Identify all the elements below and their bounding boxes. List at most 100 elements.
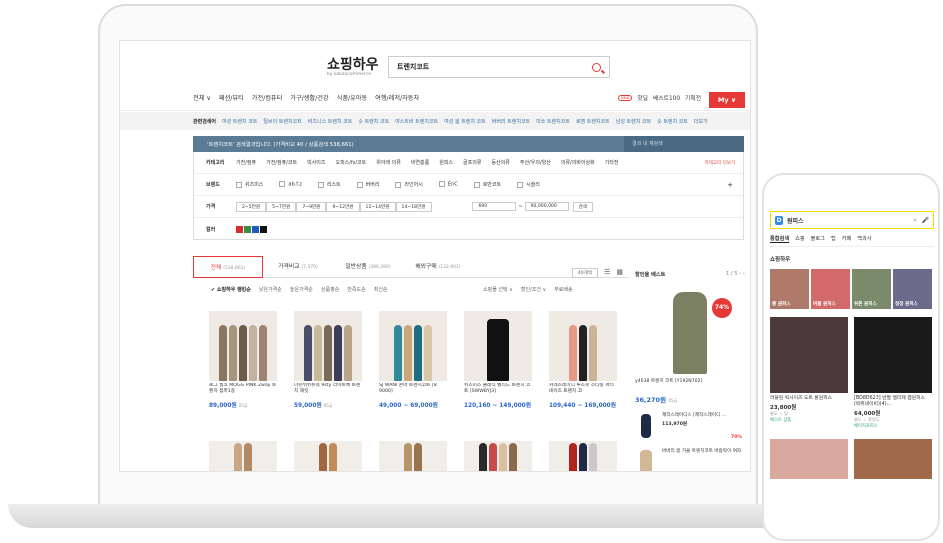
related-keyword[interactable]: 비즈니스 트렌치 코트 xyxy=(308,118,353,125)
product-image[interactable] xyxy=(294,441,362,471)
price-range-button[interactable]: 14~18만원 xyxy=(395,201,432,212)
product-card[interactable] xyxy=(549,441,617,471)
phone-search-input[interactable]: 원피스 xyxy=(787,216,908,225)
sort-option[interactable]: 최신순 xyxy=(374,286,388,293)
phone-search-box[interactable]: D 원피스 × 🎤 xyxy=(770,211,934,229)
phone-tab[interactable]: 통합검색 xyxy=(770,235,790,243)
product-card[interactable]: 커네스레이디 루즈핏 스타일 퍼터네이즈 트렌치 코 109,440 ~ 169,… xyxy=(549,311,617,409)
related-keyword[interactable]: 틸브이 트렌치코트 xyxy=(263,118,301,125)
checkbox[interactable] xyxy=(517,181,524,188)
product-image[interactable] xyxy=(294,311,362,381)
price-min-input[interactable]: 690 xyxy=(472,202,517,211)
search-box[interactable]: 트렌치코트 xyxy=(388,56,610,78)
category-option[interactable]: 빅사이즈 xyxy=(307,159,325,166)
product-image[interactable] xyxy=(209,311,277,381)
phone-thumb[interactable]: 쉬폰 원피스 xyxy=(852,269,891,309)
my-button[interactable]: My ∨ xyxy=(709,92,745,108)
color-swatch[interactable] xyxy=(252,225,259,233)
category-option[interactable]: 가전/컴퓨 xyxy=(236,159,256,166)
phone-bottom-image[interactable] xyxy=(770,439,848,480)
related-keyword[interactable]: 로엠 트렌치코트 xyxy=(576,118,610,125)
checkbox[interactable] xyxy=(356,181,363,188)
related-keyword[interactable]: 미쏘 트렌치코트 xyxy=(536,118,570,125)
result-tab[interactable]: 해외구매 (132,901) xyxy=(403,256,473,278)
checkbox[interactable] xyxy=(473,181,480,188)
price-max-input[interactable]: 90,000,000 xyxy=(524,202,569,211)
category-more-link[interactable]: 카테고리 더보기 xyxy=(705,160,743,166)
phone-product-card[interactable]: 러블린 빅사이즈 도트 롱원피스 23,800원 쿨도 ☆ 탐 베스트 상품 xyxy=(770,317,848,429)
phone-product-card[interactable]: [BD8D623] 반팔 엘리제 랩원피스 (빅위네이비)(4)... 64,00… xyxy=(854,317,932,429)
gnb-item[interactable]: 여행/레저/자동차 xyxy=(375,93,419,102)
brand-option[interactable]: 시슬리 xyxy=(517,181,540,188)
page-size-select[interactable]: 40개씩 xyxy=(571,268,599,278)
color-swatch[interactable] xyxy=(236,225,243,233)
category-option[interactable]: 가전/컴퓨/코트 xyxy=(266,159,297,166)
category-option[interactable]: 비연층룸 xyxy=(411,159,429,166)
side-pager[interactable]: 1 / 5 ‹ › xyxy=(726,271,745,278)
brand-option[interactable]: 로만코트 xyxy=(473,181,501,188)
product-card[interactable]: 쉬즈미스 클래식 벨티드 트렌치 코트 [SWWBYJ3] 120,160 ~ 1… xyxy=(464,311,532,409)
brand-option[interactable]: EnC xyxy=(438,181,458,188)
product-image[interactable] xyxy=(379,441,447,471)
site-logo[interactable]: 쇼핑하우 xyxy=(327,54,379,74)
sort-option[interactable]: ✔ 쇼핑하우 랭킹순 xyxy=(211,286,251,293)
product-name[interactable]: 나린쉬쉬뉴욕 9sty 라이트체 트렌치 재킷 xyxy=(294,383,362,400)
product-image[interactable] xyxy=(464,441,532,471)
phone-product-image[interactable] xyxy=(770,317,848,393)
checkbox[interactable] xyxy=(317,181,324,188)
checkbox[interactable] xyxy=(395,181,402,188)
gnb-item[interactable]: 가전/컴퓨터 xyxy=(252,93,283,102)
side-item[interactable]: 제작스레이디스 [제작스레이디 ... 113,970원 70% xyxy=(635,412,745,440)
phone-product-seller[interactable]: 베스트 상품 xyxy=(770,417,848,423)
brand-option[interactable]: 쉬즈미스 xyxy=(236,181,263,188)
category-option[interactable]: 골프의류 xyxy=(463,159,481,166)
side-product-name[interactable]: y4038 트렌치 코트 [Y192N702] xyxy=(635,378,745,384)
related-keyword[interactable]: 여성 봄 트렌치 코트 xyxy=(444,118,486,125)
price-range-button[interactable]: 12~14만원 xyxy=(359,201,396,212)
category-option[interactable]: 기타전 xyxy=(605,159,619,166)
brand-option[interactable]: 라인어시 xyxy=(395,181,423,188)
sort-option[interactable]: 높은가격순 xyxy=(290,286,313,293)
category-option[interactable]: 주산/우의/양산 xyxy=(520,159,551,166)
brand-option[interactable]: 리스트 xyxy=(317,181,341,188)
checkbox[interactable] xyxy=(236,181,242,188)
phone-thumb[interactable]: 정장 원피스 xyxy=(893,269,932,309)
price-range-button[interactable]: 7~9만원 xyxy=(296,201,327,212)
category-option[interactable]: 원피스 xyxy=(439,159,453,166)
product-card[interactable]: SJ WANI 콘머 트렌치코트 [8 9000] 49,000 ~ 69,000… xyxy=(379,311,447,409)
related-keyword[interactable]: 숏 트렌치 코트 xyxy=(657,118,688,125)
product-name[interactable]: 커네스레이디 루즈핏 스타일 퍼터네이즈 트렌치 코 xyxy=(549,383,617,400)
side-item[interactable]: 버버리 봄 가을 트렌치코트 바람막이 여자 xyxy=(635,448,745,471)
hotdeal-link[interactable]: 핫딜 xyxy=(637,93,648,102)
product-name[interactable]: SJ WANI 콘머 트렌치코트 [8 9000] xyxy=(379,383,447,400)
checkbox[interactable] xyxy=(279,181,286,188)
gnb-item[interactable]: 가구/생활/건강 xyxy=(290,93,328,102)
checkbox[interactable] xyxy=(438,181,445,188)
phone-tab[interactable]: 팁 xyxy=(831,235,836,243)
sort-option[interactable]: 만족도순 xyxy=(347,286,365,293)
product-card[interactable] xyxy=(294,441,362,471)
price-range-button[interactable]: 9~12만원 xyxy=(326,201,360,212)
phone-tab[interactable]: 블로그 xyxy=(811,235,825,243)
product-card[interactable]: 로그 필코 MOGG PINK 2way 트렌치 점퍼1종 89,000원 05급 xyxy=(209,311,277,409)
brand-option[interactable]: 버버리 xyxy=(356,181,379,188)
color-swatch[interactable] xyxy=(260,225,267,233)
search-input[interactable]: 트렌치코트 xyxy=(397,62,592,72)
category-option[interactable]: 위아래 의류 xyxy=(376,159,401,166)
phone-product-seller[interactable]: 베이직포피스 xyxy=(854,423,932,429)
related-keyword[interactable]: 버버리 트렌치코트 xyxy=(492,118,530,125)
search-icon[interactable] xyxy=(592,62,601,72)
product-image[interactable] xyxy=(549,441,617,471)
plus-icon[interactable]: + xyxy=(727,181,743,189)
related-keyword[interactable]: 여성 트렌치 코트 xyxy=(222,118,257,125)
product-name[interactable]: 로그 필코 MOGG PINK 2way 트렌치 점퍼1종 xyxy=(209,383,277,400)
related-more-link[interactable]: 더보기 xyxy=(694,118,708,125)
category-option[interactable]: 의류/의바이상화 xyxy=(561,159,595,166)
result-tab[interactable]: 전체 (538,661) xyxy=(193,256,263,278)
clear-icon[interactable]: × xyxy=(912,217,917,224)
gnb-item[interactable]: 식품/유아동 xyxy=(337,93,368,102)
product-card[interactable]: 나린쉬쉬뉴욕 9sty 라이트체 트렌치 재킷 59,000원 05급 xyxy=(294,311,362,409)
sort-right-option[interactable]: 쇼핑몰 선택 ∨ xyxy=(483,286,513,293)
result-tab[interactable]: 가격비교 (7,370) xyxy=(263,256,333,278)
product-card[interactable] xyxy=(379,441,447,471)
